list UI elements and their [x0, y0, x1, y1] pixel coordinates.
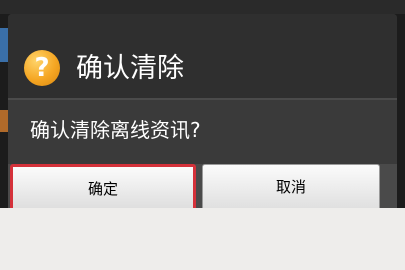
dialog-title-bar: [8, 14, 397, 98]
divider: [8, 98, 397, 100]
ok-button[interactable]: 确定: [10, 164, 196, 212]
question-mark-icon: ?: [24, 50, 60, 86]
cancel-button[interactable]: 取消: [202, 164, 380, 212]
dialog-message: 确认清除离线资讯?: [30, 118, 201, 142]
background-strip: [0, 0, 405, 14]
dialog-title: 确认清除: [76, 53, 184, 84]
bottom-area: [0, 208, 405, 270]
